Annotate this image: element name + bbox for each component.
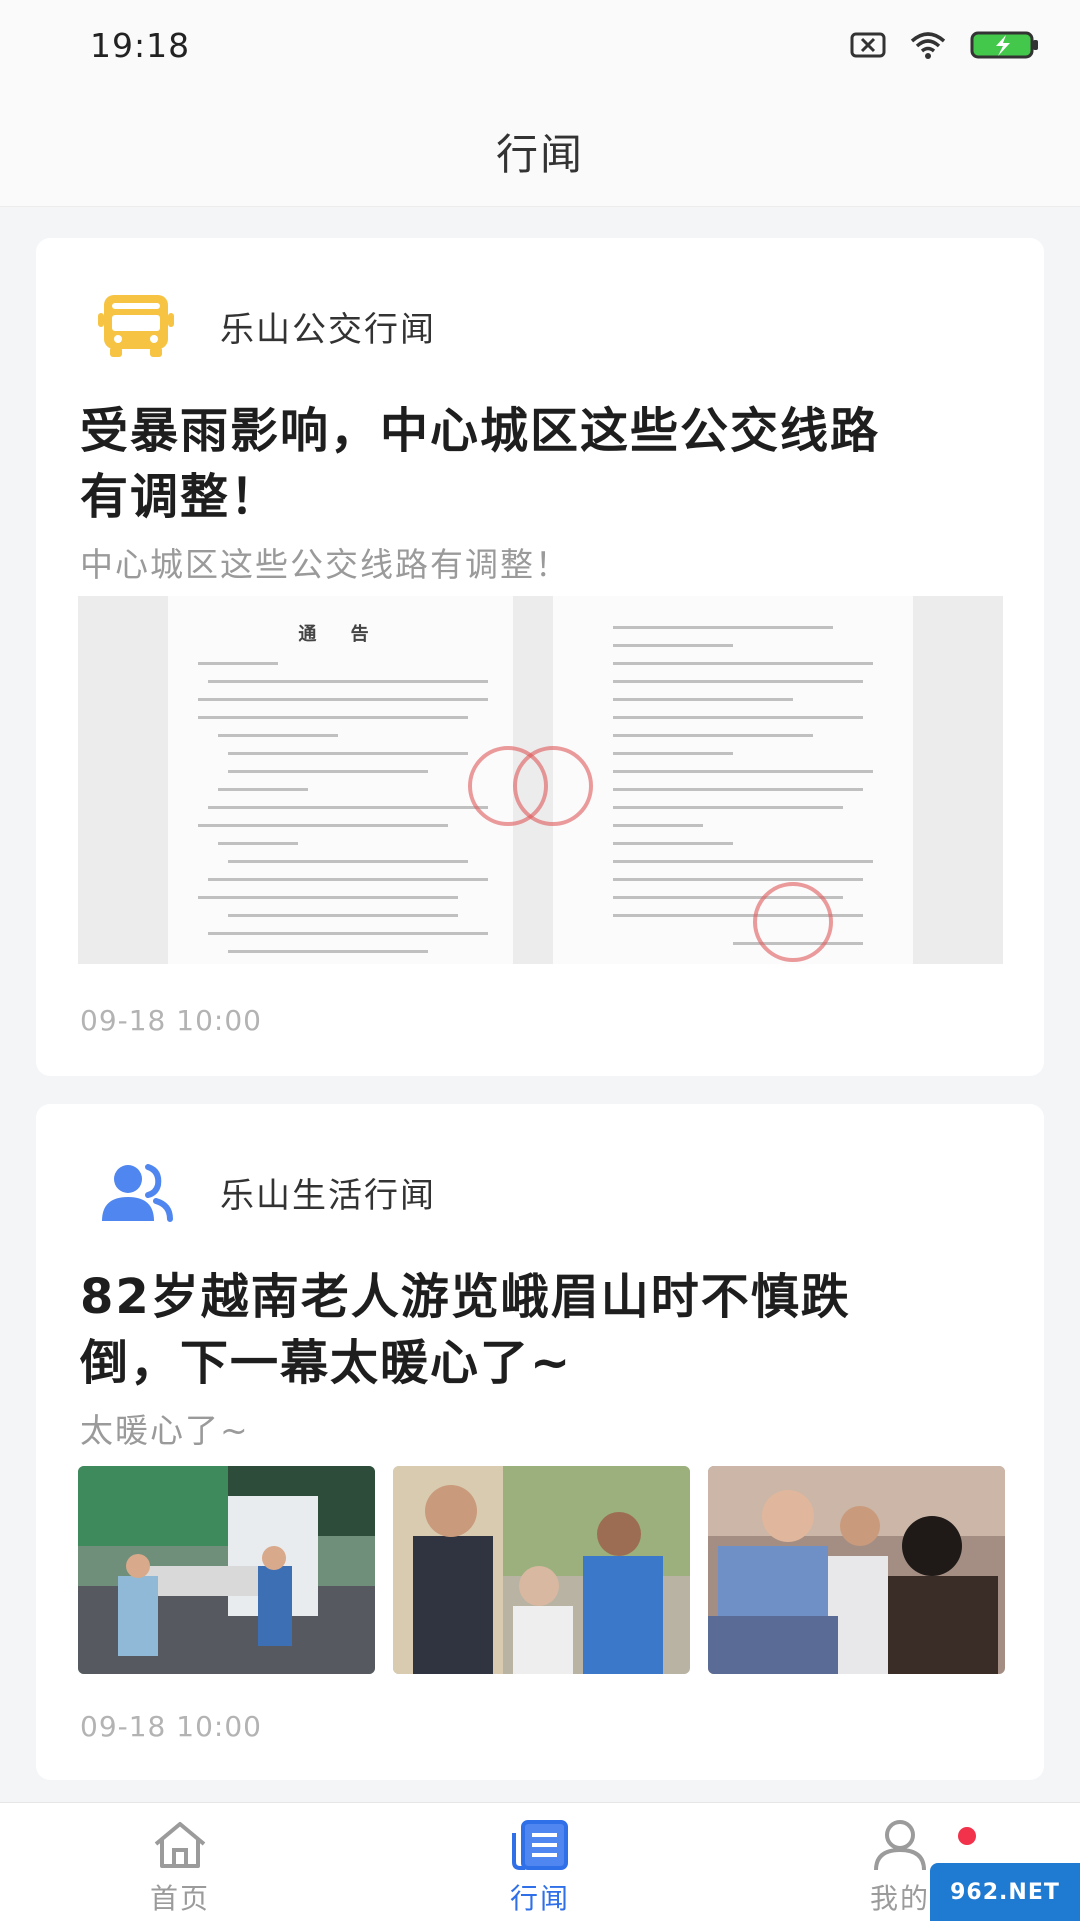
tab-label: 行闻 [509, 1882, 570, 1915]
news-summary: 中心城区这些公交线路有调整！ [80, 545, 570, 584]
bus-icon [96, 286, 176, 366]
headline-line: 受暴雨影响，中心城区这些公交线路 [80, 403, 881, 459]
tab-label: 我的 [869, 1882, 930, 1915]
news-photo-helping[interactable] [393, 1466, 690, 1674]
news-timestamp: 09-18 10:00 [80, 1004, 262, 1037]
news-photo-ambulance[interactable] [78, 1466, 375, 1674]
status-time: 19:18 [90, 26, 191, 65]
news-source: 乐山生活行闻 [96, 1152, 436, 1232]
news-summary: 太暖心了~ [80, 1411, 250, 1450]
source-name: 乐山生活行闻 [220, 1175, 436, 1216]
headline-line: 倒，下一幕太暖心了~ [80, 1335, 573, 1391]
tab-label: 首页 [149, 1882, 210, 1915]
watermark-text: 962.NET [950, 1879, 1060, 1905]
news-card[interactable]: 乐山公交行闻 受暴雨影响，中心城区这些公交线路 有调整！ 中心城区这些公交线路有… [36, 238, 1044, 1076]
photo-gallery [78, 1466, 1005, 1674]
notice-title: 通 告 [298, 624, 383, 645]
battery-charging-icon [970, 31, 1038, 59]
news-headline[interactable]: 82岁越南老人游览峨眉山时不慎跌 倒，下一幕太暖心了~ [80, 1264, 1000, 1396]
news-source: 乐山公交行闻 [96, 286, 436, 366]
sim-off-icon [850, 32, 886, 58]
navigation-bar: 行闻 [0, 96, 1080, 207]
headline-line: 有调整！ [80, 469, 281, 525]
status-icons [850, 30, 1040, 60]
tab-home[interactable]: 首页 [80, 1803, 280, 1921]
status-bar: 19:18 [0, 0, 1080, 96]
notice-image[interactable]: 通 告 [78, 596, 1003, 964]
notification-badge [958, 1827, 976, 1845]
news-photo-police[interactable] [708, 1466, 1005, 1674]
seal-stamp [513, 746, 593, 826]
news-headline[interactable]: 受暴雨影响，中心城区这些公交线路 有调整！ [80, 398, 1000, 530]
wifi-icon [910, 32, 946, 59]
site-watermark: 962.NET [930, 1863, 1080, 1921]
users-icon [96, 1152, 176, 1232]
news-icon [511, 1817, 569, 1873]
news-card[interactable]: 乐山生活行闻 82岁越南老人游览峨眉山时不慎跌 倒，下一幕太暖心了~ 太暖心了~ [36, 1104, 1044, 1780]
page-title: 行闻 [495, 129, 584, 179]
notice-page-left: 通 告 [168, 596, 548, 964]
bottom-tab-bar: 首页 行闻 我的 962.NET [0, 1802, 1080, 1921]
headline-line: 82岁越南老人游览峨眉山时不慎跌 [80, 1269, 851, 1325]
home-icon [151, 1817, 209, 1873]
tab-news[interactable]: 行闻 [440, 1803, 640, 1921]
news-timestamp: 09-18 10:00 [80, 1710, 262, 1743]
user-icon [871, 1817, 929, 1873]
notice-page-right [513, 596, 913, 964]
seal-stamp [753, 882, 833, 962]
source-name: 乐山公交行闻 [220, 309, 436, 350]
